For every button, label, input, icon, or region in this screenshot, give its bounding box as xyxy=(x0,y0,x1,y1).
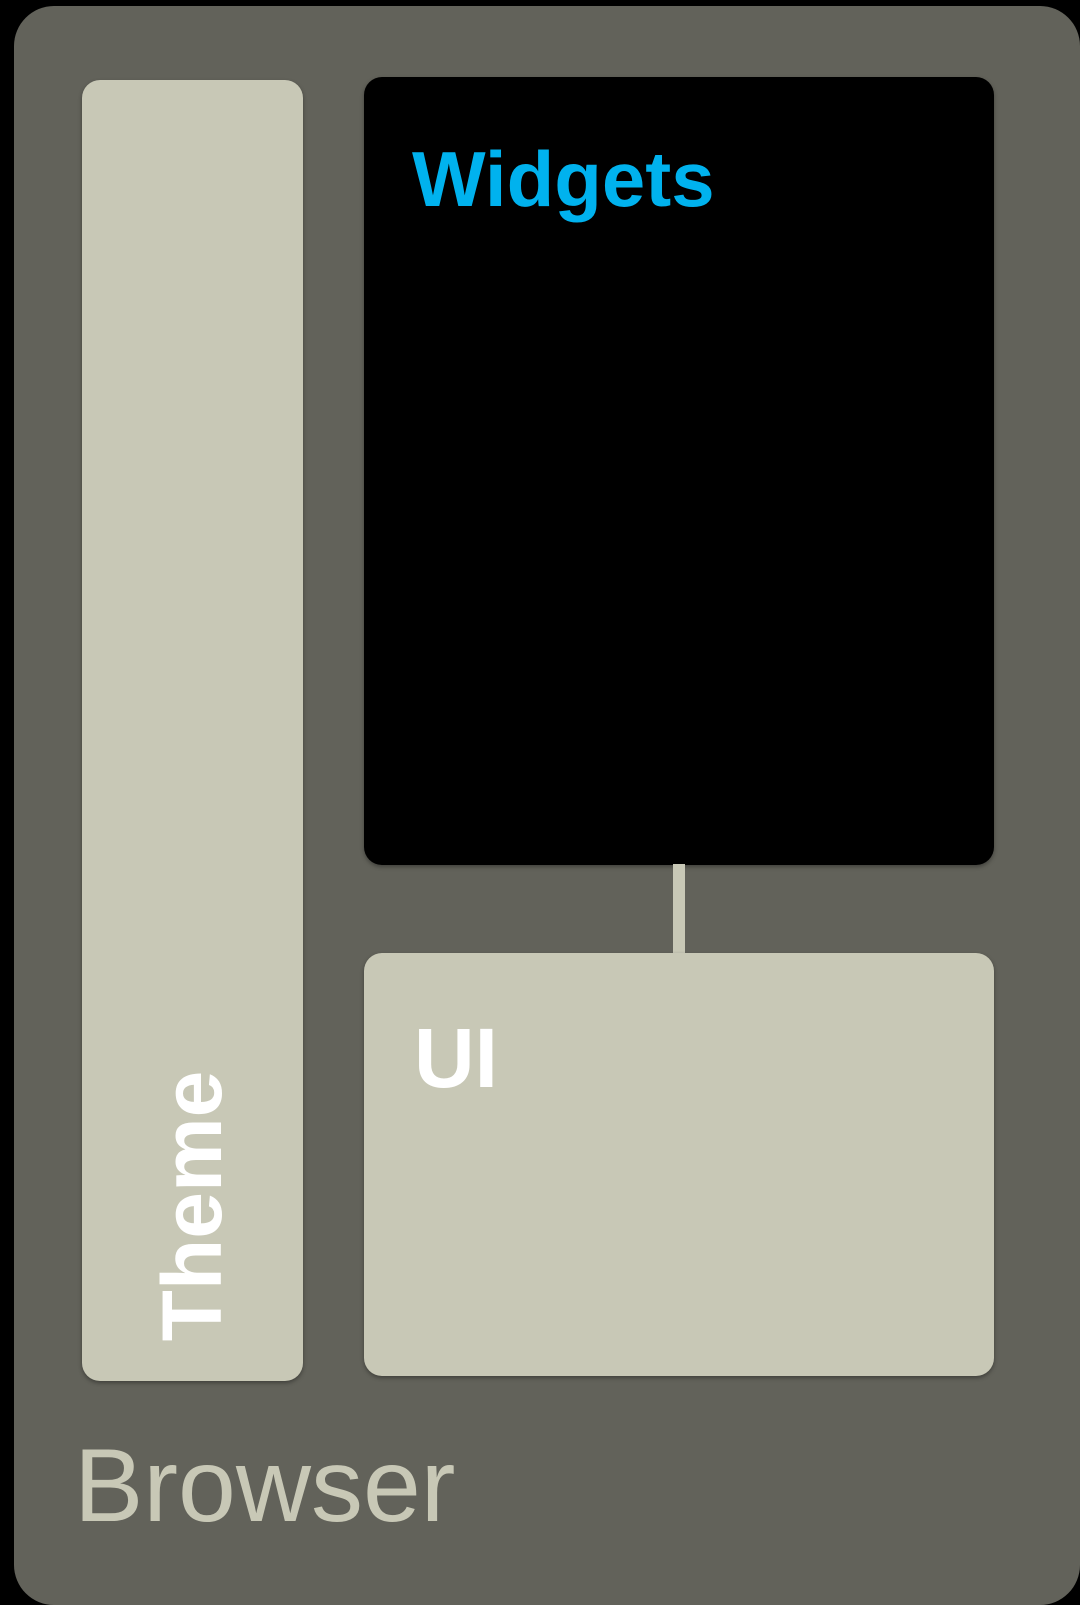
ui-label: UI xyxy=(414,1011,498,1105)
theme-label: Theme xyxy=(145,1070,239,1342)
widgets-ui-connector xyxy=(673,864,685,954)
browser-label: Browser xyxy=(74,1428,456,1544)
widgets-label: Widgets xyxy=(412,135,715,223)
